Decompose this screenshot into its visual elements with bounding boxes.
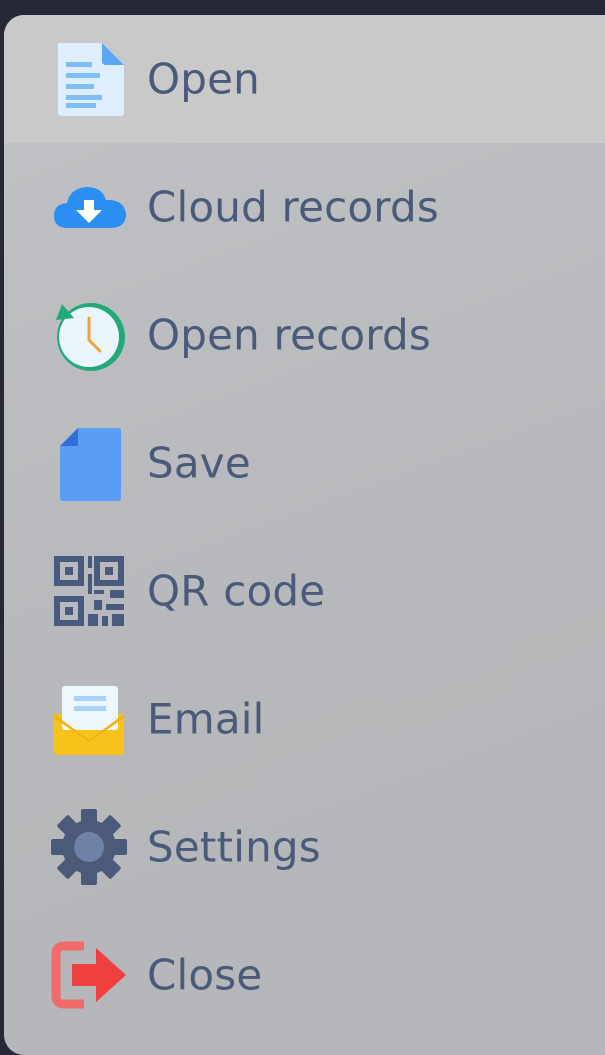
menu-item-open-records[interactable]: Open records [4,271,605,399]
menu-item-label: Cloud records [147,182,439,232]
exit-arrow-icon [50,936,128,1014]
cloud-download-icon [50,168,128,246]
menu-item-label: Open records [147,310,431,360]
document-icon [50,40,128,118]
save-file-icon [50,424,128,502]
menu-item-close[interactable]: Close [4,911,605,1039]
qr-code-icon [50,552,128,630]
envelope-icon [50,680,128,758]
menu-item-label: Close [147,950,263,1000]
menu-item-cloud-records[interactable]: Cloud records [4,143,605,271]
menu-item-qr-code[interactable]: QR code [4,527,605,655]
history-clock-icon [50,296,128,374]
menu-item-save[interactable]: Save [4,399,605,527]
menu-item-label: Settings [147,822,321,872]
file-menu: Open Cloud records Open records Save QR … [4,15,605,1055]
menu-item-settings[interactable]: Settings [4,783,605,911]
menu-item-label: Open [147,54,260,104]
menu-item-label: Save [147,438,251,488]
gear-icon [50,808,128,886]
menu-item-open[interactable]: Open [4,15,605,143]
menu-item-label: Email [147,694,265,744]
menu-item-email[interactable]: Email [4,655,605,783]
menu-item-label: QR code [147,566,326,616]
